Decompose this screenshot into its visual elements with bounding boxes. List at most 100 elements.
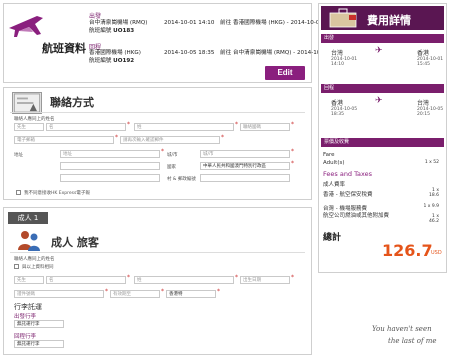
required-mark: * <box>291 274 294 281</box>
dob-input[interactable]: 出生日期 <box>240 276 290 284</box>
required-mark: * <box>291 148 294 155</box>
passport-input[interactable]: 證件號碼 <box>14 290 104 298</box>
zip-input[interactable] <box>200 174 290 182</box>
required-mark: * <box>161 148 164 155</box>
nationality-select[interactable]: 香港特 <box>166 290 216 298</box>
flight-no-label: 航班編號 <box>89 58 112 64</box>
address-line2-input[interactable] <box>60 162 160 170</box>
contact-card-icon <box>12 92 42 114</box>
fare-header: 費用詳情 <box>321 6 444 30</box>
outbound-arrival: 2014-10-01 15:45 <box>417 57 444 67</box>
fee-hk-security: 香港 - 航空保安稅費 <box>323 192 373 198</box>
passengers-icon <box>18 231 40 251</box>
first-name-input[interactable]: 名 <box>46 123 126 131</box>
address-line3-input[interactable] <box>60 174 160 182</box>
caption-line2: the last of me <box>388 337 437 345</box>
return-dep: 2014-10-05 18:35 <box>164 50 215 56</box>
last-name-input[interactable]: 姓 <box>134 123 234 131</box>
return-leg: 香港國際機場 (HKG) 2014-10-05 18:35 前往 台中清泉崗機場 (… <box>89 48 348 56</box>
outbound-baggage-select[interactable]: 無託運行李 <box>14 320 64 328</box>
suitcase-icon <box>329 8 357 28</box>
total-currency: USD <box>431 250 442 256</box>
return-baggage-select[interactable]: 無託運行李 <box>14 340 64 348</box>
passenger-title: 成人 旅客 <box>51 236 99 249</box>
outbound-arrow: 前往 <box>220 20 232 26</box>
required-mark: * <box>291 121 294 128</box>
contact-title: 聯絡方式 <box>50 96 94 109</box>
return-destination: 台灣 <box>417 100 430 107</box>
outbound-to: 香港國際機場 (HKG) - 2014-10-01 15:45 <box>232 20 341 26</box>
required-mark: * <box>235 121 238 128</box>
outbound-baggage-link[interactable]: 出發行李 <box>14 312 36 320</box>
address-input[interactable]: 地址 <box>60 150 160 158</box>
newsletter-checkbox[interactable] <box>16 190 21 195</box>
pax-title-select[interactable]: 先生 <box>14 276 44 284</box>
return-origin: 香港 <box>331 100 344 107</box>
total-label: 總計 <box>323 233 342 243</box>
caption-line1: You haven't seen <box>372 325 432 333</box>
same-as-contact-label: 與以上資料相同 <box>22 265 54 270</box>
country-select[interactable]: 中華人民共和國澳門特別行政區 <box>200 162 290 170</box>
fare-title: 費用詳情 <box>367 14 411 27</box>
contact-note: 聯絡人應同上的姓名 <box>14 117 55 122</box>
country-code-input[interactable]: 聯絡國碼 <box>240 123 290 131</box>
newsletter-label: 我不同意接收HK Express電子報 <box>24 191 90 196</box>
return-from: 香港國際機場 (HKG) <box>89 50 141 56</box>
outbound-leg: 台中清泉崗機場 (RMQ) 2014-10-01 14:10 前往 香港國際機場 (… <box>89 18 341 26</box>
edit-button[interactable]: Edit <box>265 66 305 80</box>
city-label: 城/市 <box>167 153 178 158</box>
fee-hk-security-value: 1 x 18.6 <box>428 188 439 198</box>
pax-first-name-input[interactable]: 名 <box>46 276 126 284</box>
required-mark: * <box>127 121 130 128</box>
same-as-contact-checkbox[interactable] <box>14 264 19 269</box>
pax-last-name-input[interactable]: 姓 <box>134 276 234 284</box>
return-bar: 回程 <box>321 84 444 93</box>
required-mark: * <box>161 288 164 295</box>
outbound-departure: 2014-10-01 14:10 <box>331 57 358 67</box>
flight-info-panel: 出發 台中清泉崗機場 (RMQ) 2014-10-01 14:10 前往 香港國際機… <box>3 3 347 83</box>
baggage-heading: 行李託運 <box>14 303 42 311</box>
fare-details-panel: 費用詳情 出發 台灣 ✈ 香港 2014-10-01 14:10 2014-10… <box>318 3 447 273</box>
fare-label: Fare <box>323 152 335 158</box>
return-baggage-link[interactable]: 回程行李 <box>14 332 36 340</box>
flight-title: 航班資料 <box>42 42 86 55</box>
adult-label: Adult(s) <box>323 160 345 166</box>
confirm-email-input[interactable]: 請再次輸入確認郵件 <box>120 136 220 144</box>
outbound-dep: 2014-10-01 14:10 <box>164 20 215 26</box>
outbound-destination: 香港 <box>417 50 430 57</box>
fee-fuel: 航空公司燃油或其他附加費 <box>323 213 390 219</box>
fee-tw-airport: 台灣 - 機場服務費 <box>323 206 367 212</box>
fee-adult-rate: 成人費率 <box>323 182 346 188</box>
fee-tw-airport-value: 1 x 9.9 <box>423 204 439 209</box>
flight-no-value: UO183 <box>113 28 135 34</box>
divider <box>10 112 305 113</box>
total-amount: 126.7 <box>382 241 433 260</box>
required-mark: * <box>221 134 224 141</box>
required-mark: * <box>115 134 118 141</box>
return-arrival: 2014-10-05 20:15 <box>417 107 444 117</box>
required-mark: * <box>217 288 220 295</box>
outbound-bar: 出發 <box>321 34 444 43</box>
return-to: 台中清泉崗機場 (RMQ) - 2014-10-05 20:15 <box>232 50 348 56</box>
plane-icon: ✈ <box>375 46 383 56</box>
adult-value: 1 x 52 <box>424 160 439 165</box>
passenger-tag: 成人 1 <box>8 212 48 224</box>
zip-label: 村 & 郵政編號 <box>167 177 196 182</box>
address-label: 地址 <box>14 153 23 158</box>
required-mark: * <box>235 274 238 281</box>
email-input[interactable]: 電子郵箱 <box>14 136 114 144</box>
booking-page: 出發 台中清泉崗機場 (RMQ) 2014-10-01 14:10 前往 香港國際機… <box>0 0 450 355</box>
flight-no-label: 航班編號 <box>89 28 112 34</box>
flight-no-value: UO192 <box>113 58 135 64</box>
return-departure: 2014-10-05 18:35 <box>331 107 358 117</box>
contact-panel: 聯絡方式 聯絡人應同上的姓名 先生 名 * 姓 * 聯絡國碼 * 電子郵箱 * … <box>3 87 312 200</box>
passenger-note: 聯絡人應同上的姓名 <box>14 257 55 262</box>
expiry-input[interactable]: 有效期至 <box>110 290 160 298</box>
outbound-origin: 台灣 <box>331 50 344 57</box>
outbound-from: 台中清泉崗機場 (RMQ) <box>89 20 148 26</box>
city-input[interactable]: 城/市 <box>200 150 290 158</box>
required-mark: * <box>291 160 294 167</box>
title-select[interactable]: 先生 <box>14 123 44 131</box>
country-label: 國家 <box>167 165 176 170</box>
plane-icon <box>9 16 43 37</box>
